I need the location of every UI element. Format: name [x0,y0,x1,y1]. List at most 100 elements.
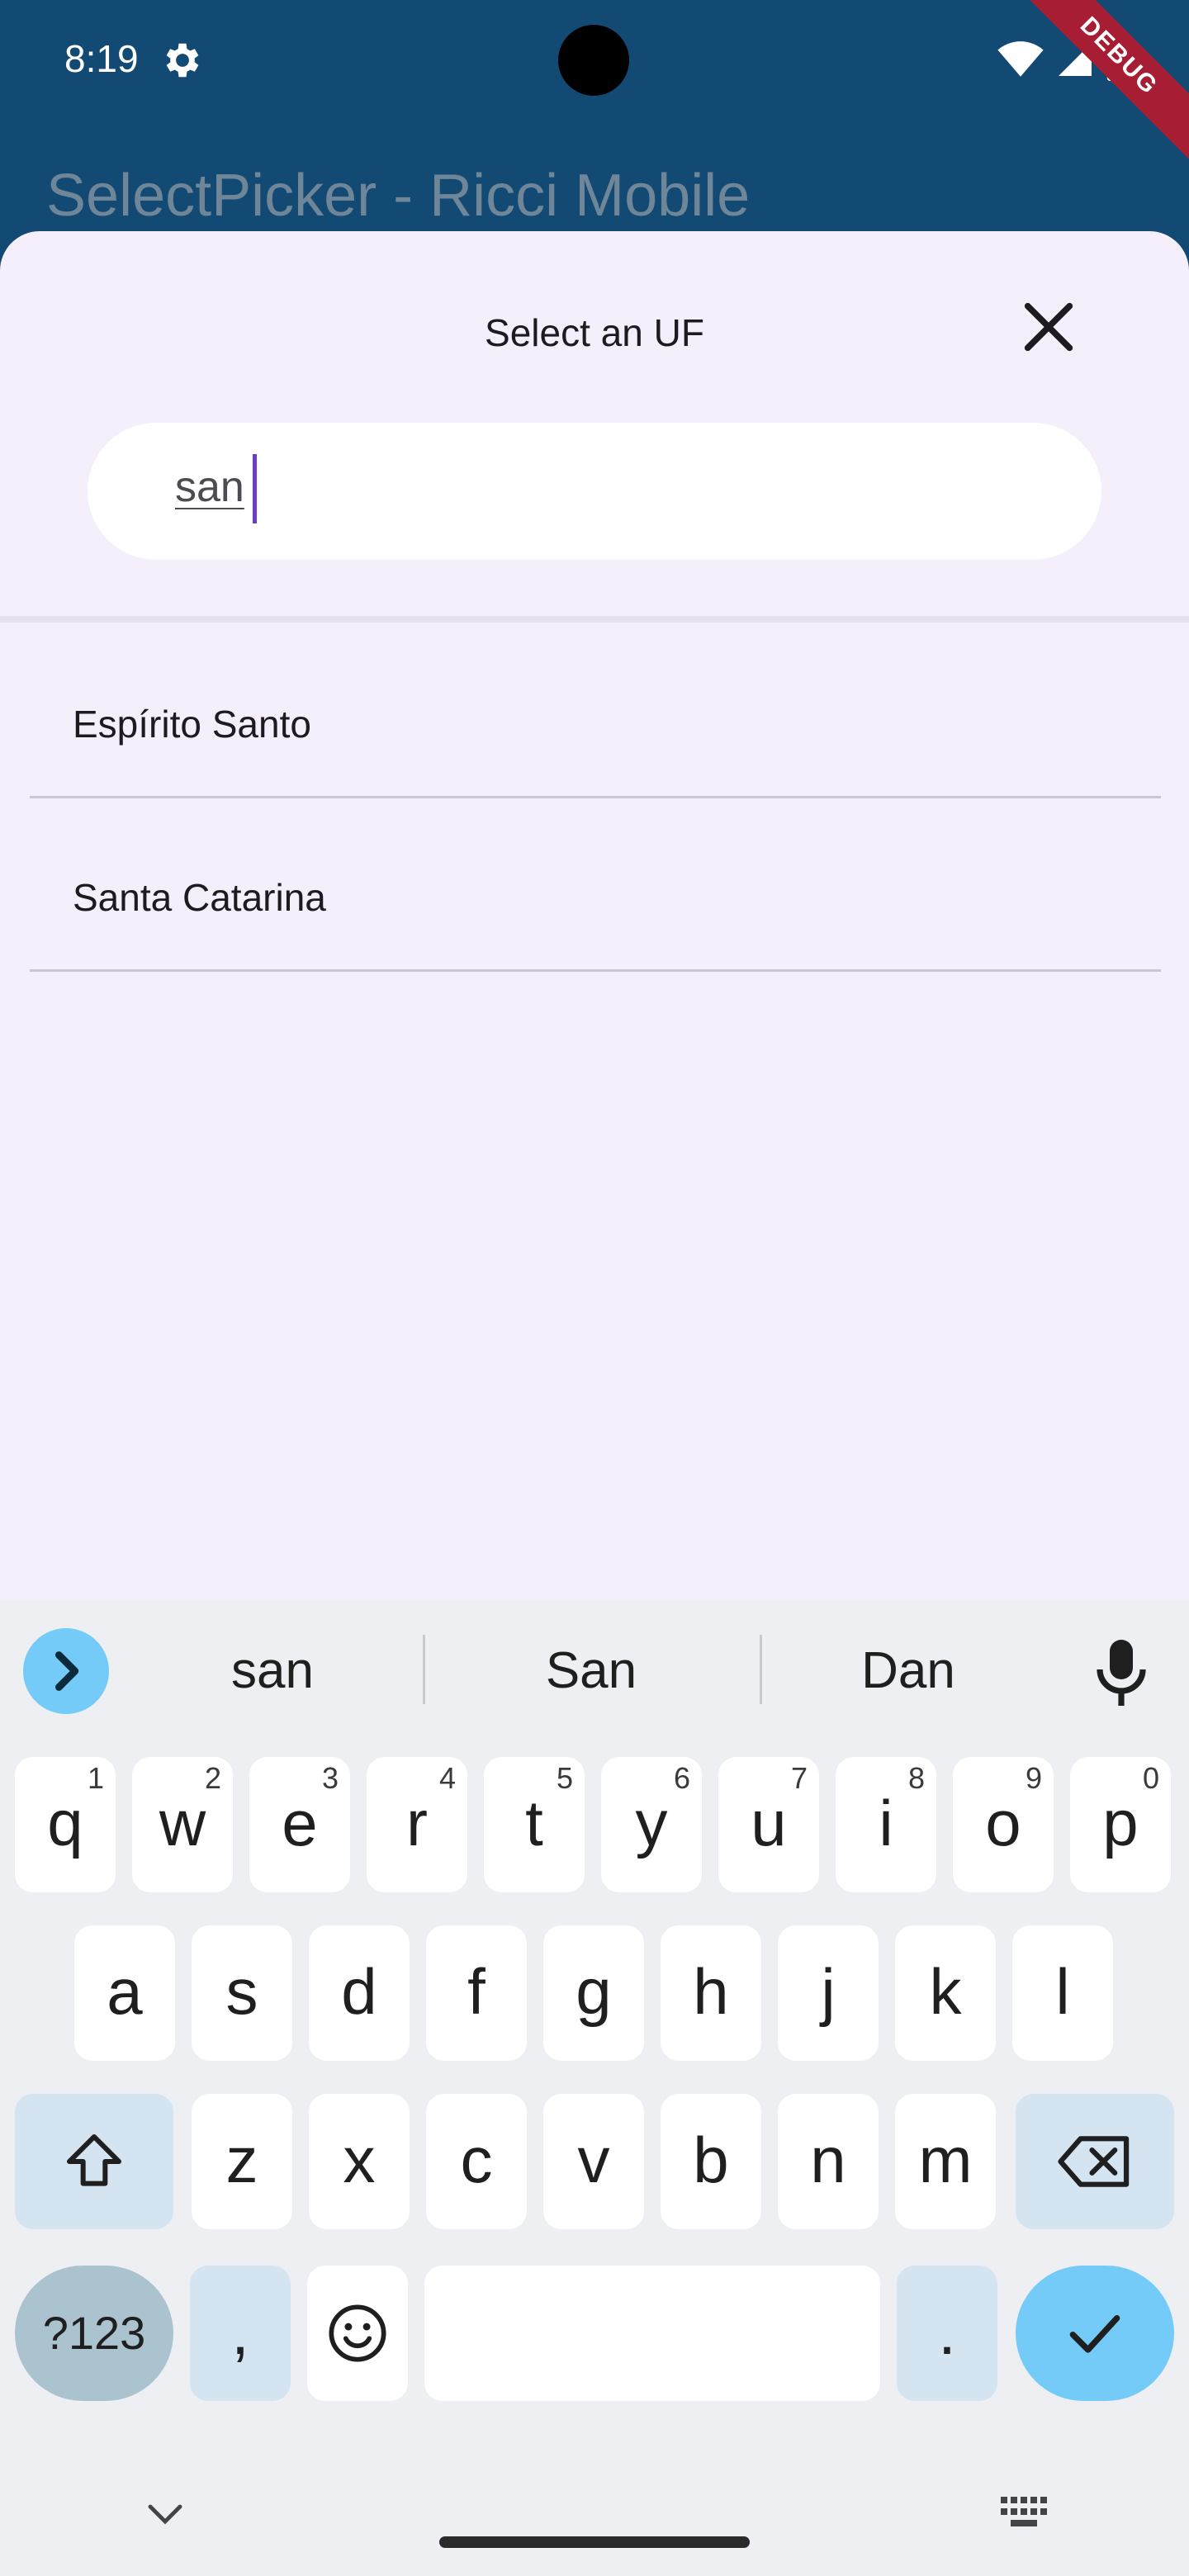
shift-icon [67,2134,121,2186]
app-title: SelectPicker - Ricci Mobile [46,163,751,229]
key-a[interactable]: a [74,1925,175,2061]
wifi-icon [997,41,1044,77]
key-b[interactable]: b [661,2094,761,2229]
debug-banner: DEBUG [1011,0,1189,163]
key-label: w [159,1787,206,1859]
key-label: q [47,1787,83,1859]
hide-keyboard-icon[interactable] [145,2502,185,2526]
symbols-mode-key[interactable]: ?123 [15,2266,173,2401]
key-k[interactable]: k [895,1925,996,2061]
suggestion-2[interactable]: San [492,1641,690,1700]
status-time: 8:19 [64,37,139,80]
search-input[interactable]: san [88,423,1101,560]
backspace-icon [1058,2136,1130,2187]
key-y[interactable]: y6 [601,1757,702,1892]
chevron-right-icon [55,1651,79,1691]
key-hint: 3 [321,1761,339,1795]
key-label: m [918,2124,973,2196]
key-label: z [225,2124,258,2196]
keyboard-switch-icon[interactable] [1001,2497,1047,2526]
key-h[interactable]: h [661,1925,761,2061]
suggestion-1[interactable]: san [173,1641,372,1700]
key-m[interactable]: m [895,2094,996,2229]
shift-key[interactable] [15,2094,173,2229]
list-item-label: Espírito Santo [73,703,311,746]
suggestion-3[interactable]: Dan [809,1641,1007,1700]
select-picker-sheet: Select an UF san Espírito Santo Santa Ca… [0,231,1189,1602]
enter-key[interactable] [1016,2266,1174,2401]
key-label: p [1102,1787,1139,1859]
key-v[interactable]: v [543,2094,644,2229]
emoji-key[interactable] [307,2266,408,2401]
expand-toolbar-button[interactable] [23,1628,109,1714]
list-item-santa-catarina[interactable]: Santa Catarina [30,796,1161,972]
key-label: o [985,1787,1021,1859]
key-label: f [467,1955,486,2028]
key-label: j [821,1955,836,2028]
settings-gear-icon [166,43,199,78]
key-x[interactable]: x [309,2094,410,2229]
key-g[interactable]: g [543,1925,644,2061]
key-o[interactable]: o9 [953,1757,1054,1892]
suggestion-bar: san San Dan [0,1600,1189,1740]
key-e[interactable]: e3 [249,1757,350,1892]
key-label: a [107,1955,143,2028]
key-label: c [460,2124,493,2196]
picker-title: Select an UF [485,311,704,354]
key-label: i [879,1787,893,1859]
key-label: k [929,1955,962,2028]
divider [0,616,1189,623]
key-p[interactable]: p0 [1070,1757,1171,1892]
key-label: v [577,2124,610,2196]
key-hint: 4 [438,1761,456,1795]
period-key[interactable]: . [897,2266,997,2401]
key-n[interactable]: n [778,2094,879,2229]
key-z[interactable]: z [192,2094,292,2229]
key-q[interactable]: q1 [15,1757,116,1892]
key-hint: 9 [1025,1761,1042,1795]
key-label: n [810,2124,846,2196]
suggestion-separator [423,1635,425,1704]
key-label: e [282,1787,318,1859]
key-t[interactable]: t5 [484,1757,585,1892]
key-label: x [343,2124,376,2196]
microphone-icon[interactable] [1095,1640,1148,1706]
key-label: u [751,1787,787,1859]
close-icon[interactable] [1017,296,1080,358]
key-i[interactable]: i8 [836,1757,936,1892]
home-gesture-bar[interactable] [439,2536,750,2548]
key-u[interactable]: u7 [718,1757,819,1892]
key-label: g [576,1955,612,2028]
key-label: l [1055,1955,1070,2028]
backspace-key[interactable] [1016,2094,1174,2229]
key-label: r [406,1787,428,1859]
emoji-icon [329,2304,386,2362]
text-cursor [253,454,257,523]
search-input-value: san [175,463,244,511]
key-w[interactable]: w2 [132,1757,233,1892]
key-label: y [635,1787,668,1859]
key-d[interactable]: d [309,1925,410,2061]
suggestion-separator [760,1635,762,1704]
key-r[interactable]: r4 [367,1757,467,1892]
key-c[interactable]: c [426,2094,527,2229]
space-key[interactable] [424,2266,880,2401]
camera-cutout [558,25,629,96]
key-hint: 2 [204,1761,221,1795]
key-label: h [693,1955,729,2028]
key-j[interactable]: j [778,1925,879,2061]
key-s[interactable]: s [192,1925,292,2061]
key-label: b [693,2124,729,2196]
key-label: d [341,1955,377,2028]
list-item-label: Santa Catarina [73,876,326,919]
comma-key[interactable]: , [190,2266,291,2401]
key-hint: 5 [556,1761,573,1795]
key-l[interactable]: l [1012,1925,1113,2061]
key-label: s [225,1955,258,2028]
key-label: t [525,1787,543,1859]
soft-keyboard: san San Dan q1w2e3r4t5y6u7i8o9p0asdfghjk… [0,1600,1189,2576]
key-hint: 8 [907,1761,925,1795]
key-f[interactable]: f [426,1925,527,2061]
check-icon [1069,2315,1120,2353]
list-item-espirito-santo[interactable]: Espírito Santo [30,623,1161,798]
